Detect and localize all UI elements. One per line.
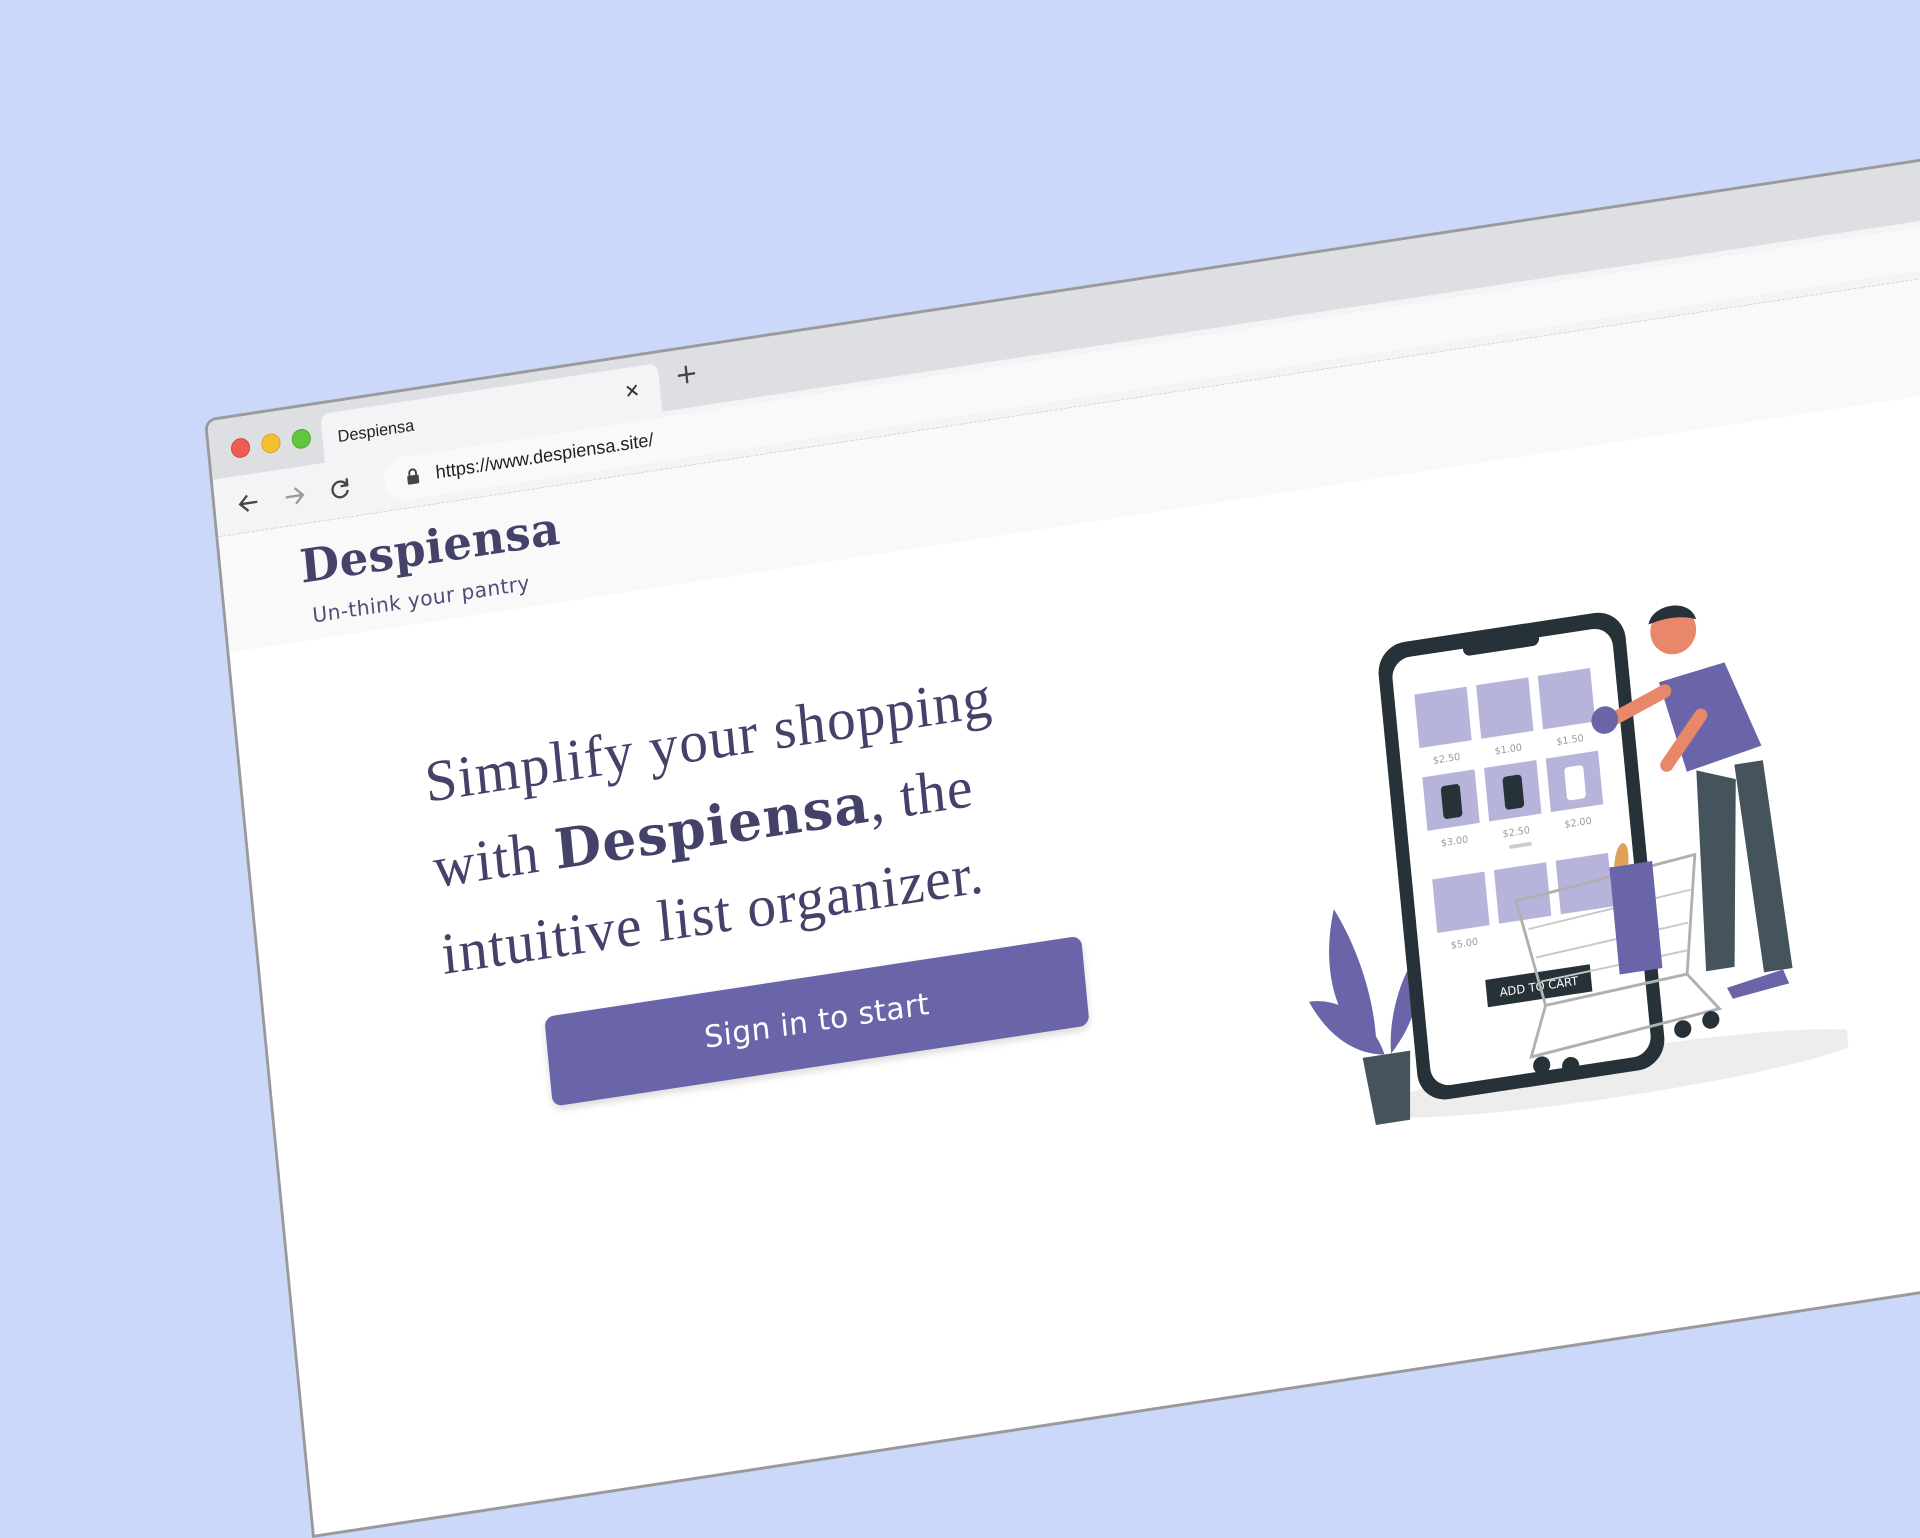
window-controls: [230, 427, 312, 460]
hero-headline: Simplify your shopping with Despiensa, t…: [421, 645, 1073, 998]
new-tab-icon[interactable]: [674, 361, 699, 388]
reload-icon[interactable]: [326, 475, 353, 504]
forward-arrow-icon[interactable]: [281, 482, 308, 511]
close-window-button[interactable]: [230, 436, 251, 460]
tab-title: Despiensa: [336, 415, 415, 446]
lock-icon: [407, 468, 420, 485]
close-icon[interactable]: [623, 381, 642, 401]
back-arrow-icon[interactable]: [235, 489, 262, 518]
shopping-illustration: $2.50 $1.00 $1.50 $3.00 $2.50 $2.00 $5.0…: [1309, 605, 1853, 1125]
browser-window: Despiensa https://www.despiensa.site/ De…: [204, 131, 1920, 1538]
minimize-window-button[interactable]: [260, 432, 282, 455]
maximize-window-button[interactable]: [290, 427, 312, 450]
